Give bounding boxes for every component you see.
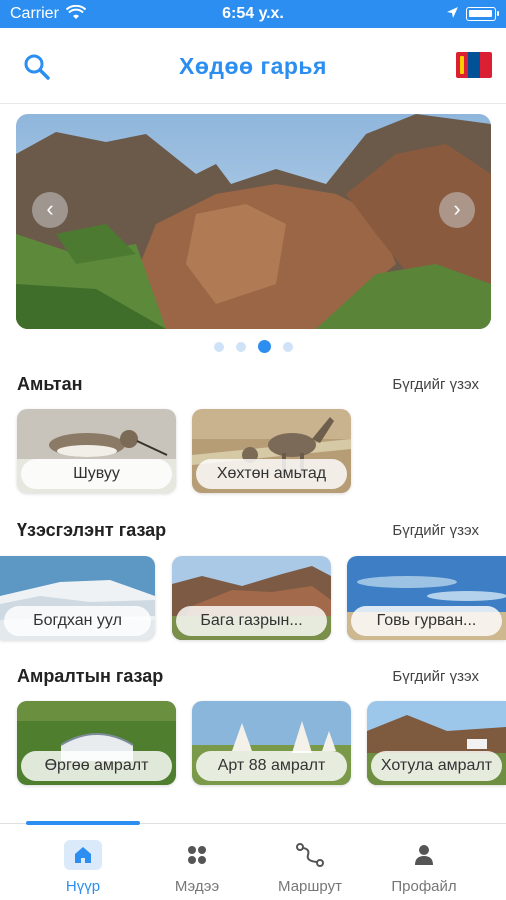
status-bar: Carrier 6:54 у.х. (0, 0, 506, 28)
mongolia-flag-icon[interactable] (456, 52, 492, 78)
route-icon (291, 840, 329, 870)
card-label: Хөхтөн амьтад (196, 459, 347, 489)
carousel-dot[interactable] (235, 342, 246, 352)
battery-icon (466, 7, 499, 21)
card-art88-resort[interactable]: Арт 88 амралт (192, 701, 351, 785)
see-all-sights-link[interactable]: Бүгдийг үзэх (392, 522, 479, 539)
section-title-sights: Үзэсгэлэнт газар (17, 520, 167, 540)
tab-route[interactable]: Маршрут (255, 840, 365, 895)
card-mammals[interactable]: Хөхтөн амьтад (192, 409, 351, 493)
chevron-left-icon[interactable]: ‹ (32, 192, 68, 228)
tab-profile[interactable]: Профайл (369, 840, 479, 895)
page-title: Хөдөө гарья (179, 53, 327, 79)
card-label: Хотула амралт (371, 751, 502, 781)
card-label: Шувуу (21, 459, 172, 489)
carousel-image (16, 114, 491, 329)
bottom-tab-bar: Нүүр Мэдээ Маршрут Профайл (0, 821, 506, 900)
card-label: Өргөө амралт (21, 751, 172, 781)
active-tab-indicator (26, 821, 140, 825)
tab-label: Профайл (391, 878, 457, 895)
see-all-animals-link[interactable]: Бүгдийг үзэх (392, 376, 479, 393)
location-arrow-icon (446, 6, 459, 24)
hero-carousel[interactable]: ‹ › (16, 114, 491, 329)
card-birds[interactable]: Шувуу (17, 409, 176, 493)
card-label: Богдхан уул (4, 606, 151, 636)
app-header: Хөдөө гарья (0, 28, 506, 104)
card-gobi-gurvan[interactable]: Говь гурван... (347, 556, 506, 640)
grid-icon (178, 840, 216, 870)
carousel-dot[interactable] (213, 342, 224, 352)
section-title-animals: Амьтан (17, 374, 83, 394)
card-baga-gazriin[interactable]: Бага газрын... (172, 556, 331, 640)
clock: 6:54 у.х. (222, 5, 284, 22)
profile-icon (405, 840, 443, 870)
tab-label: Нүүр (65, 878, 101, 895)
carousel-dot[interactable] (282, 342, 293, 352)
tab-home[interactable]: Нүүр (28, 840, 138, 895)
card-label: Говь гурван... (351, 606, 502, 636)
card-label: Бага газрын... (176, 606, 327, 636)
chevron-right-icon[interactable]: › (439, 192, 475, 228)
card-label: Арт 88 амралт (196, 751, 347, 781)
tab-news[interactable]: Мэдээ (142, 840, 252, 895)
home-icon (64, 840, 102, 870)
carousel-pagination (0, 340, 506, 353)
card-urguu-resort[interactable]: Өргөө амралт (17, 701, 176, 785)
section-title-resorts: Амралтын газар (17, 666, 164, 686)
carousel-dot-active[interactable] (257, 340, 271, 353)
card-bogd-khan[interactable]: Богдхан уул (0, 556, 155, 640)
tab-label: Мэдээ (174, 878, 220, 895)
card-khotula-resort[interactable]: Хотула амралт (367, 701, 506, 785)
tab-label: Маршрут (278, 878, 342, 895)
see-all-resorts-link[interactable]: Бүгдийг үзэх (392, 668, 479, 685)
